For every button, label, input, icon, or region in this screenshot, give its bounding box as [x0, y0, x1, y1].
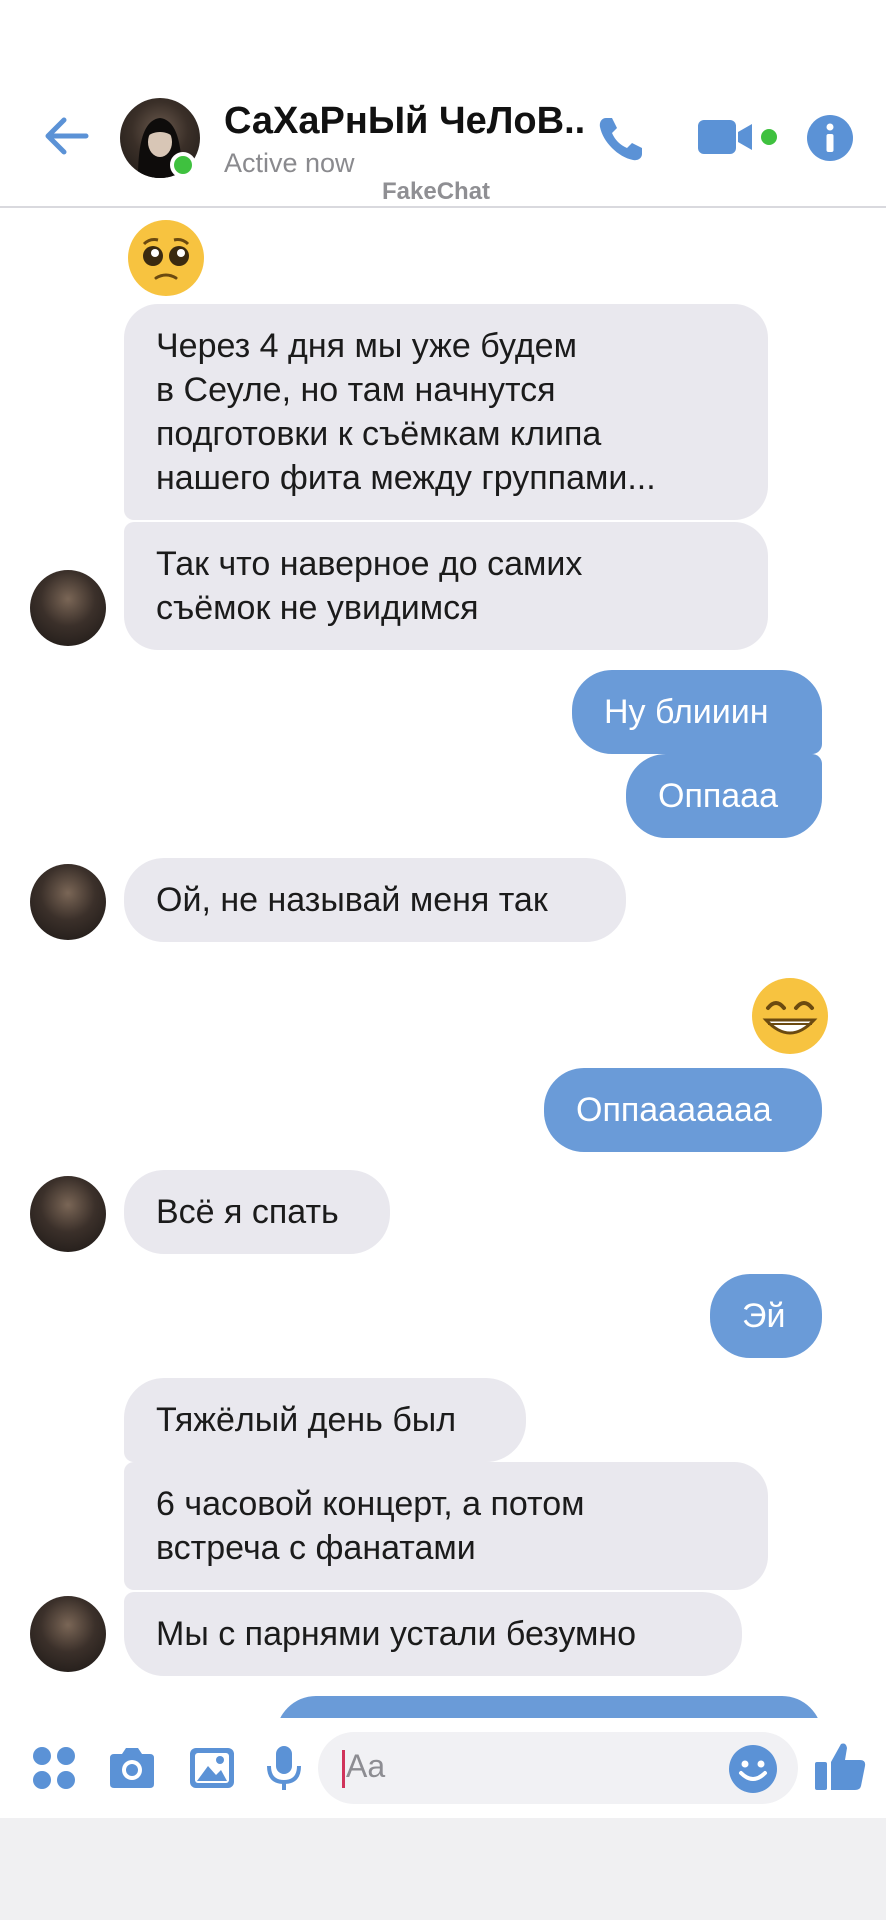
message-bubble-outgoing[interactable]: Ну блииин [572, 670, 822, 754]
back-arrow-icon[interactable] [40, 110, 92, 162]
message-bubble-incoming[interactable]: 6 часовой концерт, а потом встреча с фан… [124, 1462, 768, 1590]
message-bubble-incoming[interactable]: Мы с парнями устали безумно [124, 1592, 742, 1676]
grinning-face-emoji [750, 976, 830, 1056]
message-bubble-outgoing[interactable]: Эй [710, 1274, 822, 1358]
watermark: FakeChat [382, 178, 491, 205]
message-bubble-incoming[interactable]: Через 4 дня мы уже будем в Сеуле, но там… [124, 304, 768, 520]
message-bubble-outgoing-partial[interactable] [276, 1696, 822, 1718]
message-input-placeholder: Aa [346, 1748, 386, 1784]
sender-avatar[interactable] [30, 1176, 106, 1252]
message-bubble-incoming[interactable]: Тяжёлый день был [124, 1378, 526, 1462]
phone-icon[interactable] [594, 112, 648, 166]
sender-avatar[interactable] [30, 864, 106, 940]
contact-name[interactable]: СаХаРнЫй ЧеЛоВ... [224, 100, 584, 143]
apps-icon[interactable] [28, 1742, 80, 1794]
sender-avatar[interactable] [30, 570, 106, 646]
image-icon[interactable] [186, 1742, 238, 1794]
text-caret [342, 1750, 345, 1788]
info-icon[interactable] [806, 114, 854, 162]
message-bubble-incoming[interactable]: Ой, не называй меня так [124, 858, 626, 942]
sender-avatar[interactable] [30, 1596, 106, 1672]
online-indicator [170, 152, 196, 178]
active-status: Active now [224, 148, 355, 178]
message-bubble-outgoing[interactable]: Оппаааааaa [544, 1068, 822, 1152]
camera-icon[interactable] [106, 1742, 158, 1794]
message-list[interactable]: Через 4 дня мы уже будем в Сеуле, но там… [0, 208, 886, 1718]
message-bubble-incoming[interactable]: Так что наверное до самих съёмок не увид… [124, 522, 768, 650]
message-composer: Aa [0, 1718, 886, 1818]
chat-header: СаХаРнЫй ЧеЛоВ... Active now FakeChat [0, 0, 886, 208]
microphone-icon[interactable] [258, 1742, 310, 1794]
system-nav-bar [0, 1818, 886, 1920]
pleading-face-emoji [126, 218, 206, 298]
video-call-icon[interactable] [696, 116, 786, 160]
thumbs-up-icon[interactable] [812, 1738, 868, 1794]
message-input[interactable]: Aa [318, 1732, 798, 1804]
message-bubble-incoming[interactable]: Всё я спать [124, 1170, 390, 1254]
message-bubble-outgoing[interactable]: Оппааа [626, 754, 822, 838]
emoji-icon[interactable] [728, 1744, 778, 1794]
